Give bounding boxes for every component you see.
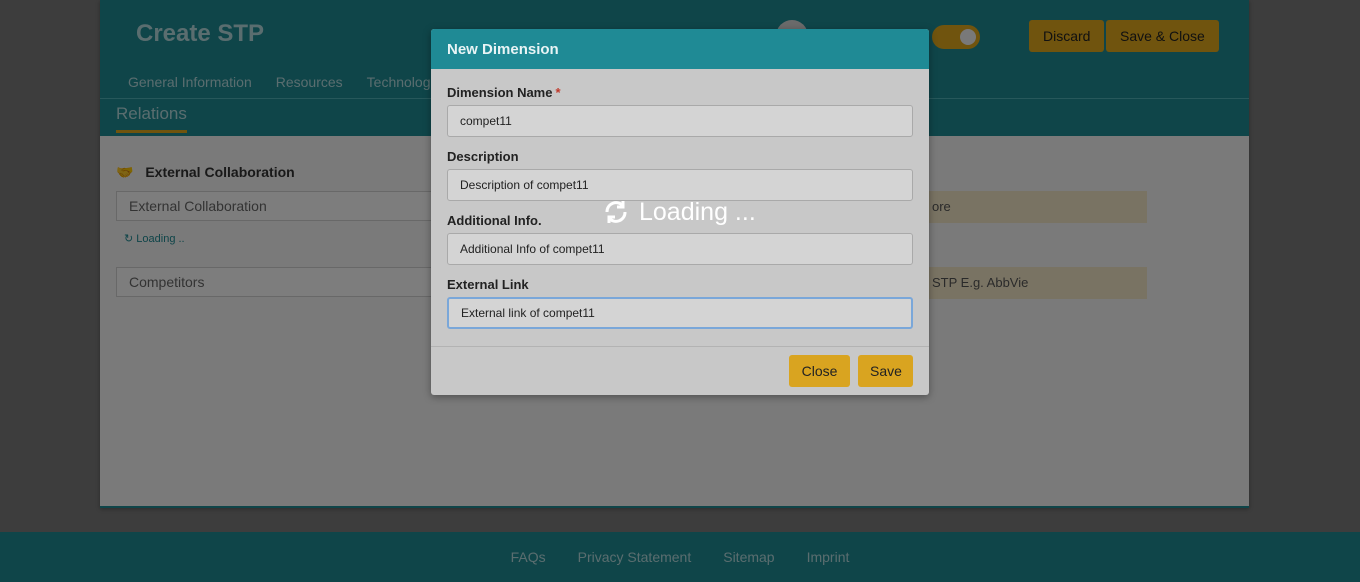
description-label: Description [447,149,519,164]
dimension-name-label: Dimension Name * [447,85,913,100]
required-mark: * [555,85,561,100]
save-button[interactable]: Save [858,355,913,387]
dimension-name-input[interactable] [447,105,913,137]
external-link-label: External Link [447,277,529,292]
modal-title: New Dimension [431,29,929,69]
close-button[interactable]: Close [789,355,850,387]
dimension-name-label-text: Dimension Name [447,85,553,100]
external-link-input[interactable] [447,297,913,329]
additional-info-input[interactable] [447,233,913,265]
loading-label: Loading ... [639,197,756,226]
modal-footer-divider [431,346,929,347]
loading-indicator: Loading ... [601,197,756,227]
refresh-icon [605,201,627,223]
